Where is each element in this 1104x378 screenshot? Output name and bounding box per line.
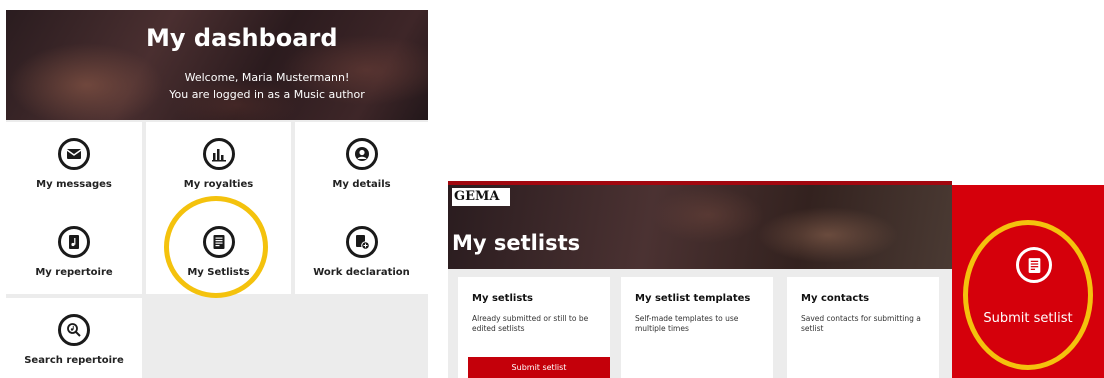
page-title: My dashboard bbox=[146, 24, 338, 52]
card-description: Saved contacts for submitting a setlist bbox=[801, 314, 921, 333]
add-document-icon bbox=[345, 226, 378, 258]
tile-label: My repertoire bbox=[35, 267, 113, 278]
tile-my-details[interactable]: My details bbox=[295, 122, 428, 216]
music-file-icon bbox=[58, 226, 90, 258]
dashboard-header: My dashboard Welcome, Maria Mustermann! … bbox=[6, 10, 428, 120]
card-title: My setlists bbox=[472, 293, 534, 304]
tile-label: My royalties bbox=[183, 179, 254, 190]
card-description: Self-made templates to use multiple time… bbox=[635, 314, 739, 333]
tile-my-repertoire[interactable]: My repertoire bbox=[6, 210, 142, 294]
submit-setlist-button[interactable]: Submit setlist bbox=[468, 357, 610, 378]
highlight-ring bbox=[963, 220, 1093, 370]
card-title: My setlist templates bbox=[635, 293, 751, 304]
tile-label: Work declaration bbox=[313, 267, 410, 278]
search-note-icon bbox=[58, 314, 90, 346]
envelope-icon bbox=[58, 138, 90, 170]
tile-label: My details bbox=[332, 179, 391, 190]
card-my-setlists[interactable]: My setlists Already submitted or still t… bbox=[458, 277, 610, 378]
card-description: Already submitted or still to be edited … bbox=[472, 314, 589, 333]
tile-work-declaration[interactable]: Work declaration bbox=[295, 210, 428, 294]
bar-chart-icon bbox=[202, 138, 235, 170]
page-title: My setlists bbox=[452, 231, 581, 255]
welcome-text: Welcome, Maria Mustermann! bbox=[184, 71, 350, 84]
setlists-cards: My setlists Already submitted or still t… bbox=[448, 269, 952, 378]
card-my-setlist-templates[interactable]: My setlist templates Self-made templates… bbox=[621, 277, 773, 378]
tile-label: My messages bbox=[36, 179, 112, 190]
role-text: You are logged in as a Music author bbox=[169, 88, 365, 101]
tile-my-messages[interactable]: My messages bbox=[6, 122, 142, 216]
setlists-header: GEMA My setlists bbox=[448, 181, 952, 269]
card-my-contacts[interactable]: My contacts Saved contacts for submittin… bbox=[787, 277, 939, 378]
highlight-ring bbox=[164, 196, 268, 298]
gema-logo[interactable]: GEMA bbox=[452, 188, 510, 206]
tile-label: Search repertoire bbox=[24, 355, 124, 366]
dashboard-panel: My dashboard Welcome, Maria Mustermann! … bbox=[6, 10, 428, 378]
card-title: My contacts bbox=[801, 293, 870, 304]
tile-search-repertoire[interactable]: Search repertoire bbox=[6, 298, 142, 378]
user-icon bbox=[345, 138, 378, 170]
